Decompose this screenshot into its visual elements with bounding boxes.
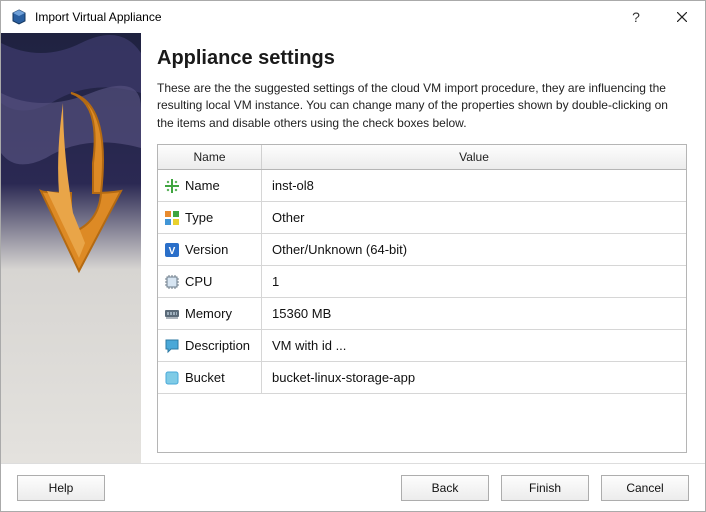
table-row[interactable]: Type Other [158,202,686,234]
wizard-sidebar [1,33,141,463]
row-value[interactable]: inst-ol8 [262,170,686,201]
bucket-icon [164,370,180,386]
window-title: Import Virtual Appliance [35,10,613,24]
row-label: Bucket [185,370,225,385]
row-value[interactable]: Other [262,202,686,233]
row-label: Version [185,242,228,257]
header-name: Name [158,145,262,169]
table-row[interactable]: Bucket bucket-linux-storage-app [158,362,686,394]
intro-text: These are the the suggested settings of … [157,80,687,132]
version-icon: V [164,242,180,258]
row-label: Memory [185,306,232,321]
header-value: Value [262,145,686,169]
row-value[interactable]: 1 [262,266,686,297]
footer: Help Back Finish Cancel [1,463,705,511]
memory-icon [164,306,180,322]
table-row[interactable]: Name inst-ol8 [158,170,686,202]
name-icon [164,178,180,194]
description-icon [164,338,180,354]
row-label: Type [185,210,213,225]
cpu-icon [164,274,180,290]
svg-text:V: V [169,246,176,257]
finish-button[interactable]: Finish [501,475,589,501]
row-label: CPU [185,274,212,289]
row-value[interactable]: VM with id ... [262,330,686,361]
row-value[interactable]: 15360 MB [262,298,686,329]
titlebar: Import Virtual Appliance ? [1,1,705,33]
page-heading: Appliance settings [157,47,687,70]
back-button[interactable]: Back [401,475,489,501]
table-filler [158,394,686,420]
row-label: Name [185,178,220,193]
table-header: Name Value [158,145,686,170]
cancel-button[interactable]: Cancel [601,475,689,501]
settings-table: Name Value Name inst-ol8 Type Other [157,144,687,453]
help-titlebar-button[interactable]: ? [613,1,659,33]
table-row[interactable]: Description VM with id ... [158,330,686,362]
type-icon [164,210,180,226]
row-value[interactable]: bucket-linux-storage-app [262,362,686,393]
table-row[interactable]: Memory 15360 MB [158,298,686,330]
table-row[interactable]: V Version Other/Unknown (64-bit) [158,234,686,266]
row-label: Description [185,338,250,353]
help-button[interactable]: Help [17,475,105,501]
close-button[interactable] [659,1,705,33]
table-row[interactable]: CPU 1 [158,266,686,298]
app-icon [11,9,27,25]
row-value[interactable]: Other/Unknown (64-bit) [262,234,686,265]
main-panel: Appliance settings These are the the sug… [141,33,705,463]
